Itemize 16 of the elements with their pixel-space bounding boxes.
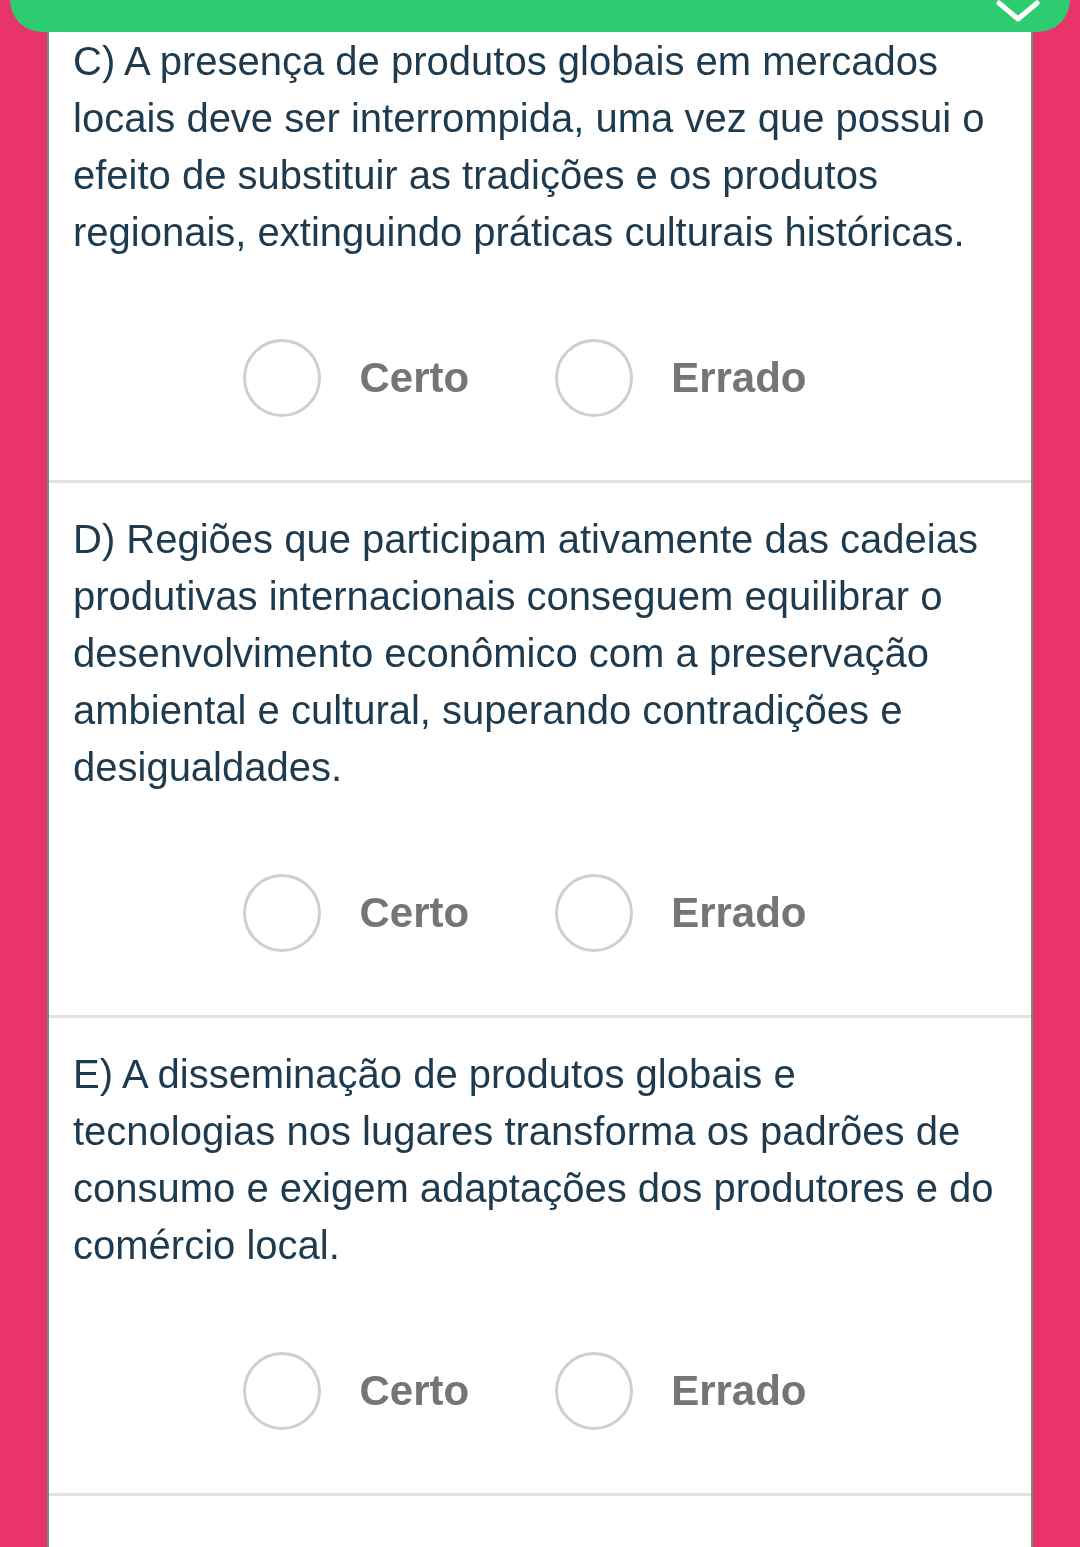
option-label[interactable]: Certo	[359, 354, 470, 402]
option-label[interactable]: Certo	[359, 889, 470, 937]
statement-text: E) A disseminação de produtos globais e tecnologias nos lugares transforma os padrões de consumo e exigem adaptações dos produtores e do comércio local.	[73, 1051, 995, 1269]
radio-button[interactable]	[555, 874, 634, 952]
radio-button[interactable]	[555, 1352, 634, 1430]
radio-button[interactable]	[555, 339, 634, 417]
statement-text: C) A presença de produtos globais em mercados locais deve ser interrompida, uma vez que possui o efeito de substituir as tradições e os produtos regionais, extinguindo práticas culturais históricas.	[73, 38, 986, 256]
statement-text: D) Regiões que participam ativamente das cadeias produtivas internacionais conseguem equilibrar o desenvolvimento econômico com a preservação ambiental e cultural, superando contradições e desigualdades.	[73, 516, 979, 791]
option-label[interactable]: Certo	[359, 1367, 470, 1415]
option-label[interactable]: Errado	[671, 1367, 807, 1415]
option-label[interactable]: Errado	[671, 889, 807, 937]
radio-button[interactable]	[243, 339, 322, 417]
radio-button[interactable]	[243, 874, 322, 952]
option-label[interactable]: Errado	[671, 354, 807, 402]
chevron-down-icon[interactable]	[996, 0, 1040, 22]
radio-button[interactable]	[243, 1352, 322, 1430]
